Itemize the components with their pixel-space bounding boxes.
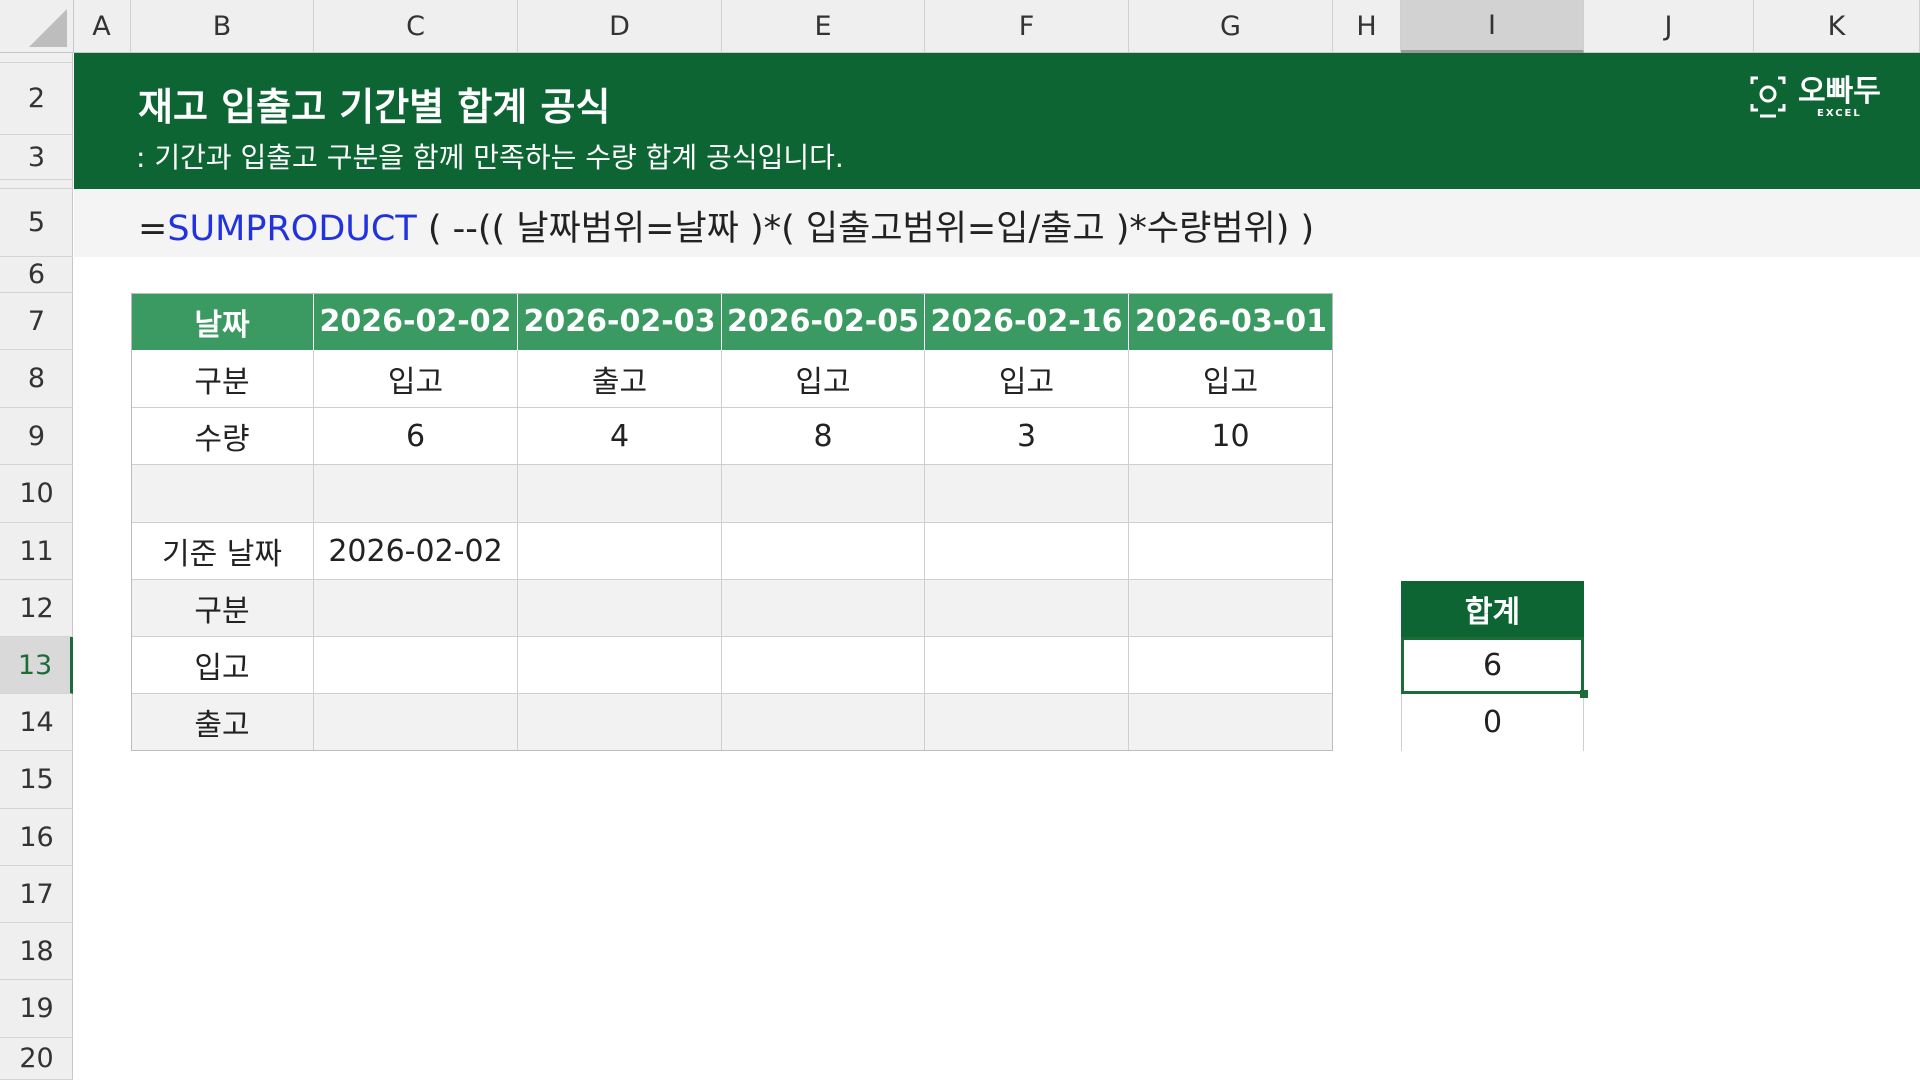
column-header-g[interactable]: G xyxy=(1129,0,1333,53)
column-header-d[interactable]: D xyxy=(518,0,722,53)
camera-logo-icon xyxy=(1750,76,1786,118)
sum-header[interactable]: 합계 xyxy=(1401,581,1584,637)
logo-subtext: EXCEL xyxy=(1817,107,1862,119)
page-title: 재고 입출고 기간별 합계 공식 xyxy=(138,85,611,129)
sum-out-value[interactable]: 0 xyxy=(1401,694,1584,751)
row-header-1[interactable] xyxy=(0,53,73,63)
row-header-13[interactable]: 13 xyxy=(0,637,73,694)
row-header-19[interactable]: 19 xyxy=(0,980,73,1038)
row-header-14[interactable]: 14 xyxy=(0,694,73,751)
table-frame xyxy=(131,293,1333,751)
column-header-e[interactable]: E xyxy=(722,0,925,53)
column-header-h[interactable]: H xyxy=(1333,0,1401,53)
page-subtitle: : 기간과 입출고 구분을 함께 만족하는 수량 합계 공식입니다. xyxy=(136,141,844,174)
row-header-3[interactable]: 3 xyxy=(0,135,73,180)
row-header-bar: 2 3 5 6 7 8 9 10 11 12 13 14 15 16 17 18… xyxy=(0,53,73,1080)
row-header-7[interactable]: 7 xyxy=(0,293,73,350)
formula-function: SUMPRODUCT xyxy=(167,209,417,249)
row-header-16[interactable]: 16 xyxy=(0,809,73,866)
row-header-10[interactable]: 10 xyxy=(0,465,73,523)
formula-prefix: = xyxy=(138,209,168,249)
column-header-k[interactable]: K xyxy=(1754,0,1920,53)
column-header-b[interactable]: B xyxy=(131,0,314,53)
column-header-a[interactable]: A xyxy=(73,0,131,53)
fill-handle[interactable] xyxy=(1580,690,1588,698)
sum-in-value[interactable]: 6 xyxy=(1401,637,1584,694)
row-header-18[interactable]: 18 xyxy=(0,923,73,980)
column-header-i[interactable]: I xyxy=(1401,0,1584,53)
row-header-11[interactable]: 11 xyxy=(0,523,73,580)
column-header-j[interactable]: J xyxy=(1584,0,1754,53)
column-header-bar: A B C D E F G H I J K xyxy=(0,0,1920,53)
select-all-triangle-icon xyxy=(29,9,67,47)
column-header-c[interactable]: C xyxy=(314,0,518,53)
row-header-6[interactable]: 6 xyxy=(0,257,73,293)
formula-text: =SUMPRODUCT ( --(( 날짜범위=날짜 )*( 입출고범위=입/출… xyxy=(138,200,1314,251)
row-header-12[interactable]: 12 xyxy=(0,580,73,637)
row-header-8[interactable]: 8 xyxy=(0,350,73,408)
row-header-17[interactable]: 17 xyxy=(0,866,73,923)
formula-arguments: ( --(( 날짜범위=날짜 )*( 입출고범위=입/출고 )*수량범위) ) xyxy=(416,209,1315,249)
row-header-9[interactable]: 9 xyxy=(0,408,73,465)
row-header-20[interactable]: 20 xyxy=(0,1038,73,1080)
row-header-2[interactable]: 2 xyxy=(0,63,73,135)
select-all-corner[interactable] xyxy=(0,0,74,53)
column-header-f[interactable]: F xyxy=(925,0,1129,53)
logo-name: 오빠두 xyxy=(1798,73,1881,109)
brand-logo: 오빠두 EXCEL xyxy=(1748,74,1881,120)
row-header-5[interactable]: 5 xyxy=(0,189,73,257)
row-header-4[interactable] xyxy=(0,180,73,189)
row-header-15[interactable]: 15 xyxy=(0,751,73,809)
